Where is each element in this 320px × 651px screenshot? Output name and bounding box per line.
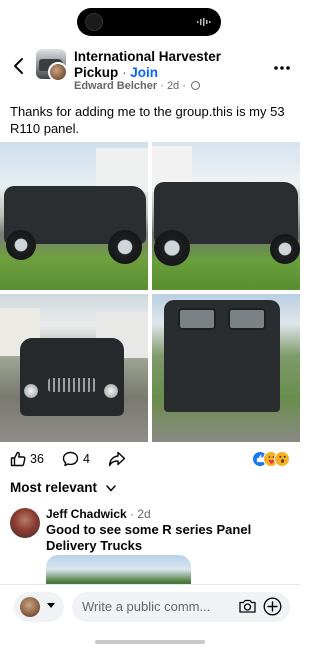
photo-truck-front[interactable] [0,294,148,442]
post-header: International Harvester Pickup · Join Ed… [0,44,300,94]
comment-sort-dropdown[interactable]: Most relevant [10,480,116,495]
like-count: 36 [30,452,44,466]
commenter-avatar[interactable] [10,508,40,538]
comment-placeholder[interactable]: Write a public comm... [82,599,232,614]
post-meta: Edward Belcher · 2d · [74,80,200,92]
truck-grille [48,378,96,392]
speech-bubble-icon [62,451,79,467]
meta-separator: · [160,80,164,92]
sort-label: Most relevant [10,480,98,495]
truck-wheel [108,230,142,264]
truck-wheel [154,230,190,266]
post-time[interactable]: 2d [167,80,179,92]
comment-button[interactable]: 4 [62,451,90,467]
like-button[interactable]: 36 [10,451,44,467]
truck-wheel [270,234,300,264]
reaction-summary[interactable] [252,451,292,469]
dynamic-island [77,8,221,36]
globe-icon [190,81,200,90]
poster-avatar[interactable] [48,62,68,82]
home-indicator[interactable] [95,640,205,644]
join-button[interactable]: Join [130,65,158,80]
more-horizontal-icon [274,66,290,70]
truck-rear-window [228,308,266,330]
commenter-name[interactable]: Jeff Chadwick [46,507,127,521]
comment-input[interactable]: Write a public comm... [72,592,290,622]
wow-reaction-icon [274,451,290,467]
photo-truck-side-left[interactable] [0,142,148,290]
photo-truck-rear[interactable] [152,294,300,442]
post-body: Thanks for adding me to the group.this i… [10,104,285,136]
my-avatar [20,597,40,617]
comment-time: · 2d [130,507,151,521]
camera-lens [85,13,103,31]
plus-circle-icon[interactable] [263,597,282,616]
photo-grid [0,142,300,442]
caret-down-icon [46,601,56,611]
truck-wheel [6,230,36,260]
truck-headlight [104,384,118,398]
audio-wave-icon [197,18,211,26]
comment-header: Jeff Chadwick · 2d [46,507,151,521]
comment-count: 4 [83,452,90,466]
share-button[interactable] [108,451,126,467]
truck-rear-window [178,308,216,330]
comment-text: Good to see some R series Panel Delivery… [46,522,252,553]
title-separator: · [122,65,127,80]
share-arrow-icon [108,451,126,467]
camera-icon[interactable] [239,599,256,613]
reactions-bar: 36 4 [0,448,300,472]
back-button[interactable] [8,56,28,80]
more-options-button[interactable] [274,54,290,75]
photo-truck-side-right[interactable] [152,142,300,290]
group-title[interactable]: International Harvester Pickup · Join [74,49,264,81]
chevron-left-icon [14,58,23,74]
truck-headlight [24,384,38,398]
identity-switcher[interactable] [14,592,64,622]
thumbs-up-icon [10,451,26,467]
poster-name[interactable]: Edward Belcher [74,80,157,92]
meta-separator-2: · [182,80,186,92]
comment-composer: Write a public comm... [0,584,300,628]
chevron-down-icon [106,483,116,495]
truck-body [20,338,124,416]
